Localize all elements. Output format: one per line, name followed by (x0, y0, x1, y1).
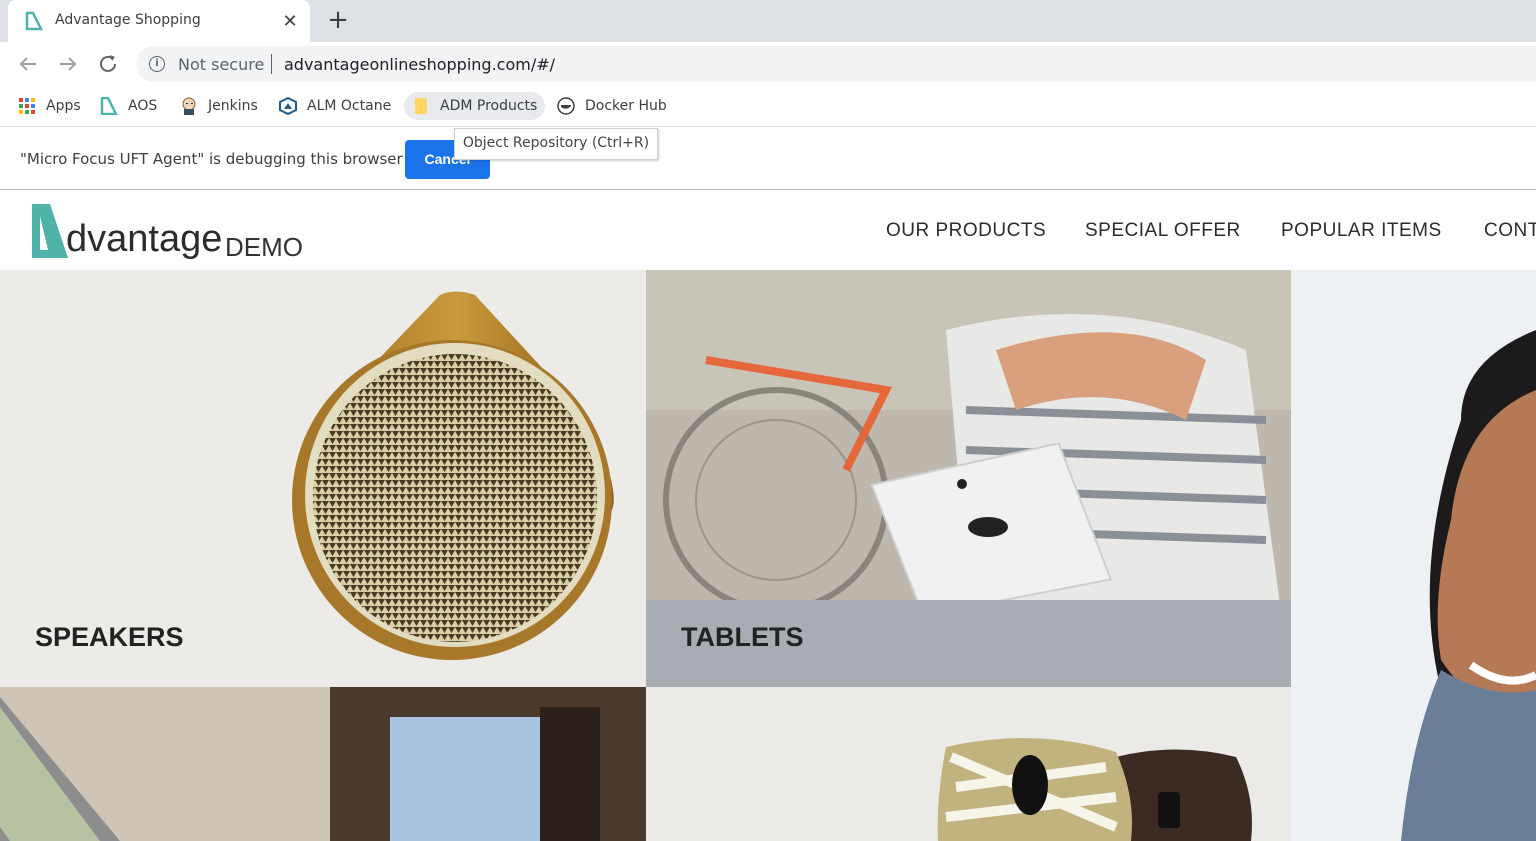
bookmarks-bar: Apps AOS Jenkins ALM Octane ADM Products… (0, 86, 1536, 127)
infobar-message: "Micro Focus UFT Agent" is debugging thi… (20, 150, 403, 168)
address-bar[interactable]: i Not secure advantageonlineshopping.com… (136, 46, 1536, 82)
nav-contact-us[interactable]: CONT (1484, 220, 1536, 242)
bookmark-adm-products[interactable]: ADM Products (404, 92, 546, 120)
bookmark-label: ADM Products (440, 98, 538, 114)
site-header: dvantage DEMO OUR PRODUCTS SPECIAL OFFER… (0, 190, 1536, 270)
close-tab-icon[interactable]: ✕ (280, 9, 300, 33)
tab-title: Advantage Shopping (55, 12, 201, 28)
aos-logo-icon (100, 97, 118, 115)
forward-icon[interactable] (56, 52, 80, 76)
category-label-speakers: SPEAKERS (35, 622, 184, 652)
debugging-infobar: "Micro Focus UFT Agent" is debugging thi… (0, 129, 1536, 190)
tooltip: Object Repository (Ctrl+R) (454, 128, 658, 160)
aos-favicon-icon (25, 11, 44, 31)
category-tile-tablets[interactable]: TABLETS (646, 270, 1291, 687)
nav-popular-items[interactable]: POPULAR ITEMS (1281, 220, 1442, 242)
bookmark-label: Docker Hub (585, 98, 667, 114)
jenkins-icon (182, 97, 196, 115)
bookmark-label: AOS (128, 98, 158, 114)
category-tile-headphones[interactable] (1291, 270, 1536, 841)
url-text[interactable]: advantageonlineshopping.com/#/ (284, 55, 555, 74)
browser-toolbar: i Not secure advantageonlineshopping.com… (0, 42, 1536, 86)
bookmark-apps[interactable]: Apps (18, 92, 81, 120)
logo-suffix: DEMO (225, 232, 303, 262)
bookmark-label: ALM Octane (307, 98, 392, 114)
address-separator (271, 54, 272, 74)
mice-image (646, 687, 1291, 841)
category-tile-laptops[interactable] (0, 687, 646, 841)
tab-strip: Advantage Shopping ✕ + (0, 0, 1536, 42)
bookmark-label: Apps (46, 98, 81, 114)
logo-word: dvantage (66, 218, 223, 260)
nav-special-offer[interactable]: SPECIAL OFFER (1085, 220, 1241, 242)
browser-tab[interactable]: Advantage Shopping ✕ (8, 0, 310, 42)
category-tile-speakers[interactable]: SPEAKERS (0, 270, 646, 687)
bookmark-jenkins[interactable]: Jenkins (180, 92, 258, 120)
bookmark-docker-hub[interactable]: Docker Hub (557, 92, 667, 120)
info-icon[interactable]: i (149, 56, 165, 72)
reload-icon[interactable] (96, 52, 120, 76)
smiling-man-image (1291, 270, 1536, 841)
octane-icon (279, 97, 297, 115)
nav-our-products[interactable]: OUR PRODUCTS (886, 220, 1046, 242)
bookmark-aos[interactable]: AOS (100, 92, 157, 120)
bookmark-label: Jenkins (208, 98, 258, 114)
new-tab-button[interactable]: + (326, 7, 350, 34)
back-icon[interactable] (16, 52, 40, 76)
category-label-tablets: TABLETS (681, 622, 804, 652)
laptop-image (0, 687, 646, 841)
site-logo[interactable]: dvantage DEMO (28, 200, 318, 262)
docker-icon (557, 97, 575, 115)
bookmark-alm-octane[interactable]: ALM Octane (279, 92, 391, 120)
security-label[interactable]: Not secure (178, 55, 264, 74)
folder-icon (415, 98, 427, 114)
category-tile-mice[interactable] (646, 687, 1291, 841)
apps-grid-icon (19, 98, 35, 114)
